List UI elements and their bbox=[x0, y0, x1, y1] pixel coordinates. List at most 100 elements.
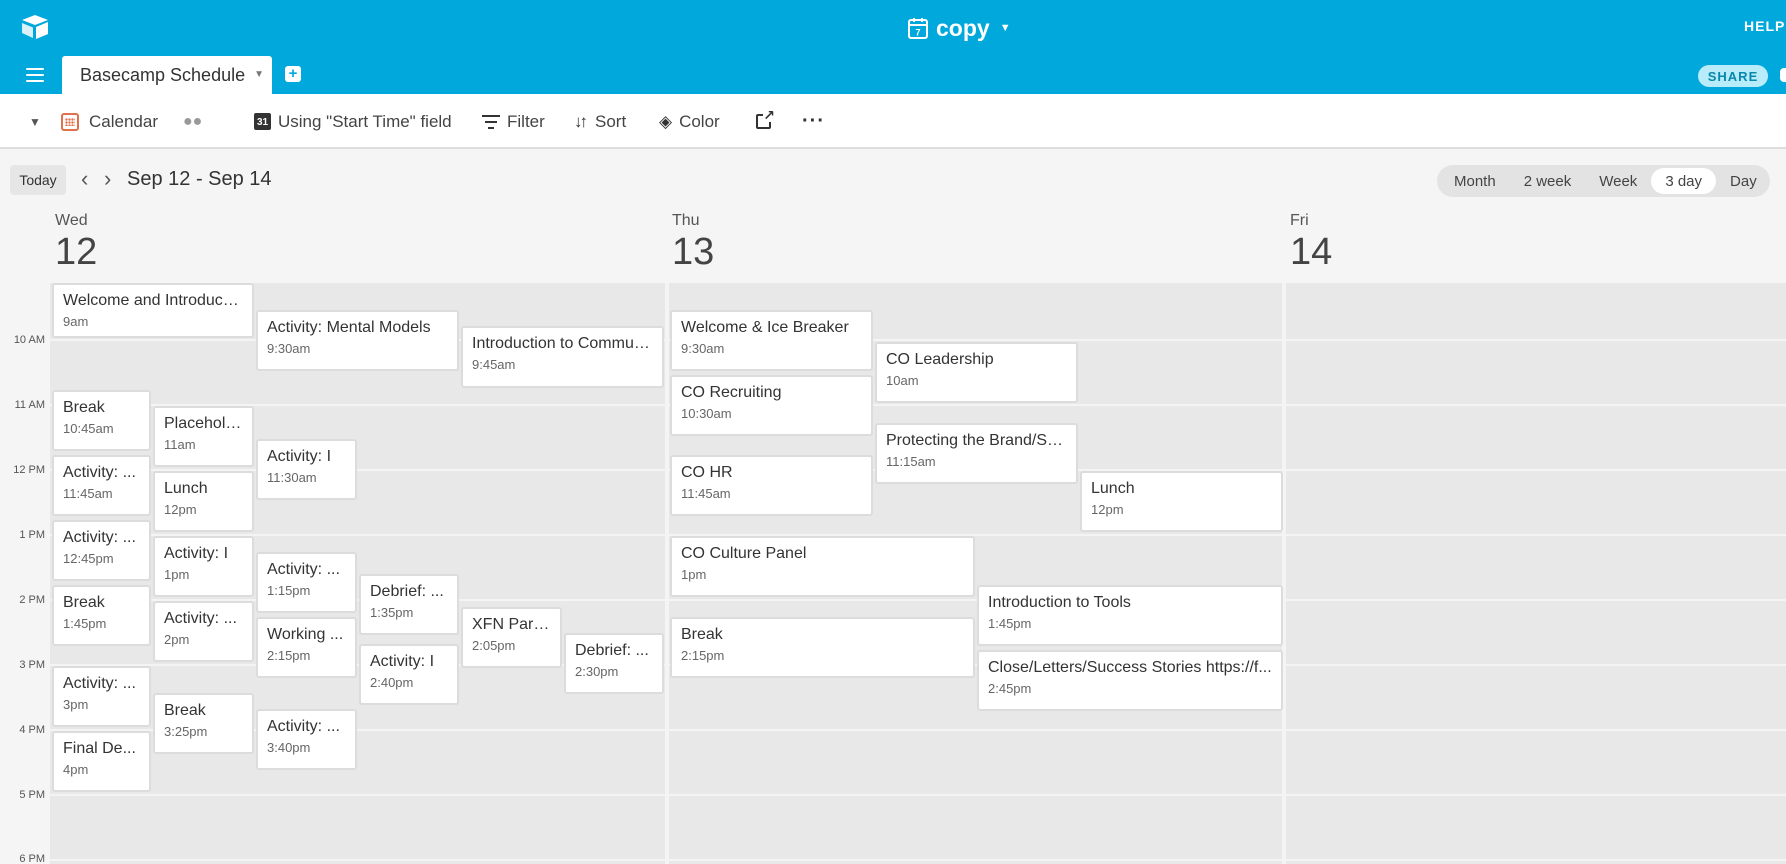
event-card[interactable]: Activity: ... 3:40pm bbox=[256, 709, 357, 770]
mode-2-week[interactable]: 2 week bbox=[1510, 168, 1586, 194]
hour-line bbox=[50, 859, 1786, 861]
chevron-down-icon: ▼ bbox=[29, 114, 41, 129]
more-options-button[interactable]: ··· bbox=[802, 94, 825, 149]
event-card[interactable]: Lunch 12pm bbox=[153, 471, 254, 532]
event-card[interactable]: Activity: ... 2pm bbox=[153, 601, 254, 662]
event-card[interactable]: Activity: ... 3pm bbox=[52, 666, 151, 727]
view-mode-switcher: Month 2 week Week 3 day Day bbox=[1437, 165, 1770, 197]
event-time: 1:45pm bbox=[63, 616, 107, 631]
day-number: 14 bbox=[1290, 231, 1333, 273]
base-title[interactable]: 7 copy ▼ bbox=[908, 12, 1011, 44]
filter-icon bbox=[482, 114, 500, 129]
event-card[interactable]: Welcome and Introductions 9am bbox=[52, 283, 254, 338]
event-card[interactable]: Activity: I 11:30am bbox=[256, 439, 357, 500]
event-time: 9am bbox=[63, 314, 89, 329]
time-label: 12 PM bbox=[13, 464, 45, 476]
event-card[interactable]: Close/Letters/Success Stories https://f.… bbox=[977, 650, 1283, 711]
event-card[interactable]: Introduction to Communication 9:45am bbox=[461, 326, 664, 388]
tab-caret-icon[interactable]: ▼ bbox=[254, 69, 264, 80]
event-title: Lunch bbox=[164, 480, 208, 497]
event-card[interactable]: Break 2:15pm bbox=[670, 617, 975, 678]
event-card[interactable]: XFN Part... 2:05pm bbox=[461, 607, 562, 668]
collaborators-button[interactable]: ●● bbox=[183, 94, 202, 149]
event-card[interactable]: CO Culture Panel 1pm bbox=[670, 536, 975, 597]
event-card[interactable]: CO Recruiting 10:30am bbox=[670, 375, 873, 436]
next-arrow-icon[interactable]: › bbox=[104, 166, 111, 192]
mode-week[interactable]: Week bbox=[1585, 168, 1651, 194]
view-switcher[interactable]: Calendar bbox=[61, 94, 158, 149]
event-title: Debrief: ... bbox=[575, 642, 649, 659]
event-card[interactable]: Activity: ... 11:45am bbox=[52, 455, 151, 516]
event-time: 9:30am bbox=[267, 341, 311, 356]
calendar-view-icon bbox=[61, 112, 79, 131]
base-menu-caret-icon[interactable]: ▼ bbox=[1000, 22, 1011, 34]
event-title: XFN Part... bbox=[472, 616, 551, 633]
hour-line bbox=[50, 404, 1786, 406]
event-card[interactable]: Break 10:45am bbox=[52, 390, 151, 451]
event-card[interactable]: Activity: I 2:40pm bbox=[359, 644, 459, 705]
event-card[interactable]: Lunch 12pm bbox=[1080, 471, 1283, 532]
airtable-logo-icon[interactable] bbox=[20, 14, 50, 40]
event-card[interactable]: Debrief: ... 2:30pm bbox=[564, 633, 664, 694]
event-card[interactable]: Activity: I 1pm bbox=[153, 536, 254, 597]
event-card[interactable]: Protecting the Brand/Security 11:15am bbox=[875, 423, 1078, 484]
today-button[interactable]: Today bbox=[10, 165, 66, 195]
help-link[interactable]: HELP bbox=[1744, 18, 1786, 34]
event-card[interactable]: CO HR 11:45am bbox=[670, 455, 873, 516]
mode-month[interactable]: Month bbox=[1440, 168, 1510, 194]
sort-icon: ↓↑ bbox=[574, 111, 588, 131]
mode-day[interactable]: Day bbox=[1716, 168, 1771, 194]
event-title: Final De... bbox=[63, 740, 136, 757]
event-card[interactable]: Debrief: ... 1:35pm bbox=[359, 574, 459, 635]
view-name: Calendar bbox=[89, 111, 158, 131]
app-header: 7 copy ▼ HELP Basecamp Schedule ▼ + SHAR… bbox=[0, 0, 1786, 94]
mode-3-day[interactable]: 3 day bbox=[1651, 168, 1717, 194]
event-time: 2pm bbox=[164, 632, 190, 647]
sort-button[interactable]: ↓↑ Sort bbox=[574, 94, 626, 149]
tab-label: Basecamp Schedule bbox=[80, 64, 246, 85]
event-title: Activity: Mental Models bbox=[267, 319, 431, 336]
time-label: 3 PM bbox=[19, 659, 45, 671]
event-card[interactable]: Introduction to Tools 1:45pm bbox=[977, 585, 1283, 646]
filter-button[interactable]: Filter bbox=[482, 94, 545, 149]
event-card[interactable]: CO Leadership 10am bbox=[875, 342, 1078, 403]
share-button[interactable]: SHARE bbox=[1698, 65, 1768, 87]
views-sidebar-toggle[interactable]: ▼ bbox=[29, 94, 41, 149]
event-time: 1:15pm bbox=[267, 583, 311, 598]
add-table-button[interactable]: + bbox=[285, 66, 301, 82]
people-icon: ●● bbox=[183, 112, 203, 130]
event-time: 3pm bbox=[63, 697, 89, 712]
event-time: 12pm bbox=[1091, 502, 1124, 517]
day-header-fri: Fri 14 bbox=[1290, 212, 1332, 272]
calendar-grid: Welcome and Introductions 9am Activity: … bbox=[50, 283, 1786, 864]
date-field-button[interactable]: 31 Using "Start Time" field bbox=[254, 94, 452, 149]
tab-basecamp-schedule[interactable]: Basecamp Schedule ▼ bbox=[62, 56, 272, 94]
event-card[interactable]: Activity: ... 1:15pm bbox=[256, 552, 357, 613]
event-card[interactable]: Welcome & Ice Breaker 9:30am bbox=[670, 310, 873, 371]
event-title: Activity: I bbox=[164, 545, 229, 562]
day-name: Fri bbox=[1290, 212, 1309, 229]
color-label: Color bbox=[679, 111, 720, 131]
event-card[interactable]: Break 1:45pm bbox=[52, 585, 151, 646]
event-title: CO Recruiting bbox=[681, 384, 782, 401]
color-button[interactable]: ◈ Color bbox=[659, 94, 720, 149]
prev-arrow-icon[interactable]: ‹ bbox=[81, 166, 88, 192]
event-title: Activity: ... bbox=[63, 464, 136, 481]
event-time: 11:30am bbox=[267, 470, 317, 485]
event-card[interactable]: Break 3:25pm bbox=[153, 693, 254, 754]
share-view-button[interactable] bbox=[756, 94, 776, 149]
event-title: Introduction to Tools bbox=[988, 594, 1131, 611]
event-title: Break bbox=[681, 626, 723, 643]
hamburger-menu-icon[interactable] bbox=[26, 68, 44, 82]
event-card[interactable]: Final De... 4pm bbox=[52, 731, 151, 792]
day-number: 12 bbox=[55, 231, 98, 273]
event-card[interactable]: Placeholder 11am bbox=[153, 406, 254, 467]
event-time: 11:45am bbox=[681, 486, 731, 501]
event-card[interactable]: Activity: ... 12:45pm bbox=[52, 520, 151, 581]
day-header-thu: Thu 13 bbox=[672, 212, 714, 272]
event-title: Introduction to Communication bbox=[472, 335, 653, 352]
collapse-panel-handle[interactable] bbox=[1780, 68, 1786, 82]
event-card[interactable]: Working ... 2:15pm bbox=[256, 617, 357, 678]
event-card[interactable]: Activity: Mental Models 9:30am bbox=[256, 310, 459, 371]
day-divider bbox=[1282, 283, 1286, 864]
